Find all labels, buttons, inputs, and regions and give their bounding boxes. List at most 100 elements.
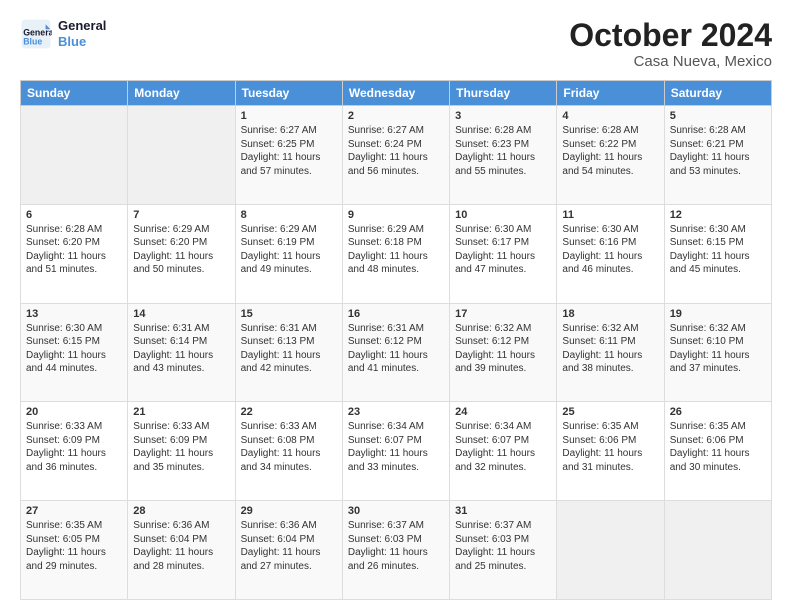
day-info: Sunrise: 6:33 AM Sunset: 6:08 PM Dayligh…	[241, 420, 337, 474]
calendar-cell: 15Sunrise: 6:31 AM Sunset: 6:13 PM Dayli…	[235, 303, 342, 402]
calendar-cell	[128, 106, 235, 205]
logo-text-line1: General	[58, 18, 106, 34]
day-info: Sunrise: 6:30 AM Sunset: 6:15 PM Dayligh…	[670, 223, 766, 277]
day-number: 6	[26, 209, 122, 221]
calendar-cell: 1 Sunrise: 6:27 AM Sunset: 6:25 PM Daylig…	[235, 106, 342, 205]
day-info: Sunrise: 6:31 AM Sunset: 6:14 PM Dayligh…	[133, 322, 229, 376]
day-info: Sunrise: 6:33 AM Sunset: 6:09 PM Dayligh…	[133, 420, 229, 474]
day-info: Sunrise: 6:27 AM Sunset: 6:25 PM Dayligh…	[241, 124, 337, 178]
calendar-cell: 27Sunrise: 6:35 AM Sunset: 6:05 PM Dayli…	[21, 501, 128, 600]
day-info: Sunrise: 6:37 AM Sunset: 6:03 PM Dayligh…	[455, 519, 551, 573]
day-number: 20	[26, 406, 122, 418]
calendar-cell: 12 Sunrise: 6:30 AM Sunset: 6:15 PM Dayli…	[664, 204, 771, 303]
day-info: Sunrise: 6:36 AM Sunset: 6:04 PM Dayligh…	[241, 519, 337, 573]
calendar-cell: 29Sunrise: 6:36 AM Sunset: 6:04 PM Dayli…	[235, 501, 342, 600]
day-info: Sunrise: 6:31 AM Sunset: 6:13 PM Dayligh…	[241, 322, 337, 376]
day-number: 30	[348, 505, 444, 517]
day-info: Sunrise: 6:34 AM Sunset: 6:07 PM Dayligh…	[455, 420, 551, 474]
day-number: 28	[133, 505, 229, 517]
week-row-3: 13 Sunrise: 6:30 AM Sunset: 6:15 PM Dayli…	[21, 303, 772, 402]
day-number: 8	[241, 209, 337, 221]
header: General Blue General Blue October 2024 C…	[20, 18, 772, 70]
day-info: Sunrise: 6:35 AM Sunset: 6:06 PM Dayligh…	[670, 420, 766, 474]
day-number: 13	[26, 308, 122, 320]
day-number: 12	[670, 209, 766, 221]
calendar-cell: 2Sunrise: 6:27 AM Sunset: 6:24 PM Daylig…	[342, 106, 449, 205]
day-number: 14	[133, 308, 229, 320]
day-number: 17	[455, 308, 551, 320]
day-number: 3	[455, 110, 551, 122]
calendar-cell: 11 Sunrise: 6:30 AM Sunset: 6:16 PM Dayli…	[557, 204, 664, 303]
calendar-table: SundayMondayTuesdayWednesdayThursdayFrid…	[20, 80, 772, 600]
day-info: Sunrise: 6:37 AM Sunset: 6:03 PM Dayligh…	[348, 519, 444, 573]
day-number: 24	[455, 406, 551, 418]
logo-icon: General Blue	[20, 18, 52, 50]
day-info: Sunrise: 6:32 AM Sunset: 6:10 PM Dayligh…	[670, 322, 766, 376]
day-number: 10	[455, 209, 551, 221]
calendar-cell	[664, 501, 771, 600]
day-info: Sunrise: 6:28 AM Sunset: 6:21 PM Dayligh…	[670, 124, 766, 178]
calendar-cell: 13 Sunrise: 6:30 AM Sunset: 6:15 PM Dayli…	[21, 303, 128, 402]
page-subtitle: Casa Nueva, Mexico	[569, 53, 772, 70]
day-number: 5	[670, 110, 766, 122]
calendar-cell: 14 Sunrise: 6:31 AM Sunset: 6:14 PM Dayli…	[128, 303, 235, 402]
day-info: Sunrise: 6:32 AM Sunset: 6:11 PM Dayligh…	[562, 322, 658, 376]
day-number: 21	[133, 406, 229, 418]
day-number: 25	[562, 406, 658, 418]
calendar-cell: 22 Sunrise: 6:33 AM Sunset: 6:08 PM Dayli…	[235, 402, 342, 501]
calendar-cell: 10 Sunrise: 6:30 AM Sunset: 6:17 PM Dayli…	[450, 204, 557, 303]
week-row-2: 6 Sunrise: 6:28 AM Sunset: 6:20 PM Daylig…	[21, 204, 772, 303]
calendar-cell: 18 Sunrise: 6:32 AM Sunset: 6:11 PM Dayli…	[557, 303, 664, 402]
calendar-cell: 21 Sunrise: 6:33 AM Sunset: 6:09 PM Dayli…	[128, 402, 235, 501]
calendar-cell: 8Sunrise: 6:29 AM Sunset: 6:19 PM Daylig…	[235, 204, 342, 303]
day-info: Sunrise: 6:29 AM Sunset: 6:18 PM Dayligh…	[348, 223, 444, 277]
day-info: Sunrise: 6:28 AM Sunset: 6:20 PM Dayligh…	[26, 223, 122, 277]
logo-text-line2: Blue	[58, 34, 106, 50]
day-info: Sunrise: 6:32 AM Sunset: 6:12 PM Dayligh…	[455, 322, 551, 376]
calendar-cell: 9 Sunrise: 6:29 AM Sunset: 6:18 PM Daylig…	[342, 204, 449, 303]
day-info: Sunrise: 6:31 AM Sunset: 6:12 PM Dayligh…	[348, 322, 444, 376]
calendar-cell: 17 Sunrise: 6:32 AM Sunset: 6:12 PM Dayli…	[450, 303, 557, 402]
day-number: 22	[241, 406, 337, 418]
header-row: SundayMondayTuesdayWednesdayThursdayFrid…	[21, 81, 772, 106]
logo: General Blue General Blue	[20, 18, 106, 50]
header-day-saturday: Saturday	[664, 81, 771, 106]
page-title: October 2024	[569, 18, 772, 53]
day-info: Sunrise: 6:33 AM Sunset: 6:09 PM Dayligh…	[26, 420, 122, 474]
calendar-cell: 3Sunrise: 6:28 AM Sunset: 6:23 PM Daylig…	[450, 106, 557, 205]
header-day-friday: Friday	[557, 81, 664, 106]
day-info: Sunrise: 6:34 AM Sunset: 6:07 PM Dayligh…	[348, 420, 444, 474]
svg-text:Blue: Blue	[23, 36, 42, 46]
calendar-cell: 5 Sunrise: 6:28 AM Sunset: 6:21 PM Daylig…	[664, 106, 771, 205]
page: General Blue General Blue October 2024 C…	[0, 0, 792, 612]
day-number: 18	[562, 308, 658, 320]
day-info: Sunrise: 6:30 AM Sunset: 6:16 PM Dayligh…	[562, 223, 658, 277]
day-number: 9	[348, 209, 444, 221]
calendar-cell: 24 Sunrise: 6:34 AM Sunset: 6:07 PM Dayli…	[450, 402, 557, 501]
day-info: Sunrise: 6:35 AM Sunset: 6:05 PM Dayligh…	[26, 519, 122, 573]
week-row-4: 20 Sunrise: 6:33 AM Sunset: 6:09 PM Dayli…	[21, 402, 772, 501]
day-number: 26	[670, 406, 766, 418]
day-info: Sunrise: 6:30 AM Sunset: 6:17 PM Dayligh…	[455, 223, 551, 277]
header-day-thursday: Thursday	[450, 81, 557, 106]
calendar-cell: 4 Sunrise: 6:28 AM Sunset: 6:22 PM Daylig…	[557, 106, 664, 205]
calendar-cell: 6 Sunrise: 6:28 AM Sunset: 6:20 PM Daylig…	[21, 204, 128, 303]
calendar-cell: 25Sunrise: 6:35 AM Sunset: 6:06 PM Dayli…	[557, 402, 664, 501]
day-number: 11	[562, 209, 658, 221]
header-day-sunday: Sunday	[21, 81, 128, 106]
calendar-cell: 31Sunrise: 6:37 AM Sunset: 6:03 PM Dayli…	[450, 501, 557, 600]
title-block: October 2024 Casa Nueva, Mexico	[569, 18, 772, 70]
header-day-wednesday: Wednesday	[342, 81, 449, 106]
day-number: 7	[133, 209, 229, 221]
day-info: Sunrise: 6:30 AM Sunset: 6:15 PM Dayligh…	[26, 322, 122, 376]
calendar-cell: 28 Sunrise: 6:36 AM Sunset: 6:04 PM Dayli…	[128, 501, 235, 600]
day-number: 4	[562, 110, 658, 122]
day-info: Sunrise: 6:28 AM Sunset: 6:22 PM Dayligh…	[562, 124, 658, 178]
day-number: 16	[348, 308, 444, 320]
week-row-5: 27Sunrise: 6:35 AM Sunset: 6:05 PM Dayli…	[21, 501, 772, 600]
calendar-cell: 26 Sunrise: 6:35 AM Sunset: 6:06 PM Dayli…	[664, 402, 771, 501]
day-number: 1	[241, 110, 337, 122]
day-info: Sunrise: 6:36 AM Sunset: 6:04 PM Dayligh…	[133, 519, 229, 573]
header-day-tuesday: Tuesday	[235, 81, 342, 106]
day-info: Sunrise: 6:27 AM Sunset: 6:24 PM Dayligh…	[348, 124, 444, 178]
